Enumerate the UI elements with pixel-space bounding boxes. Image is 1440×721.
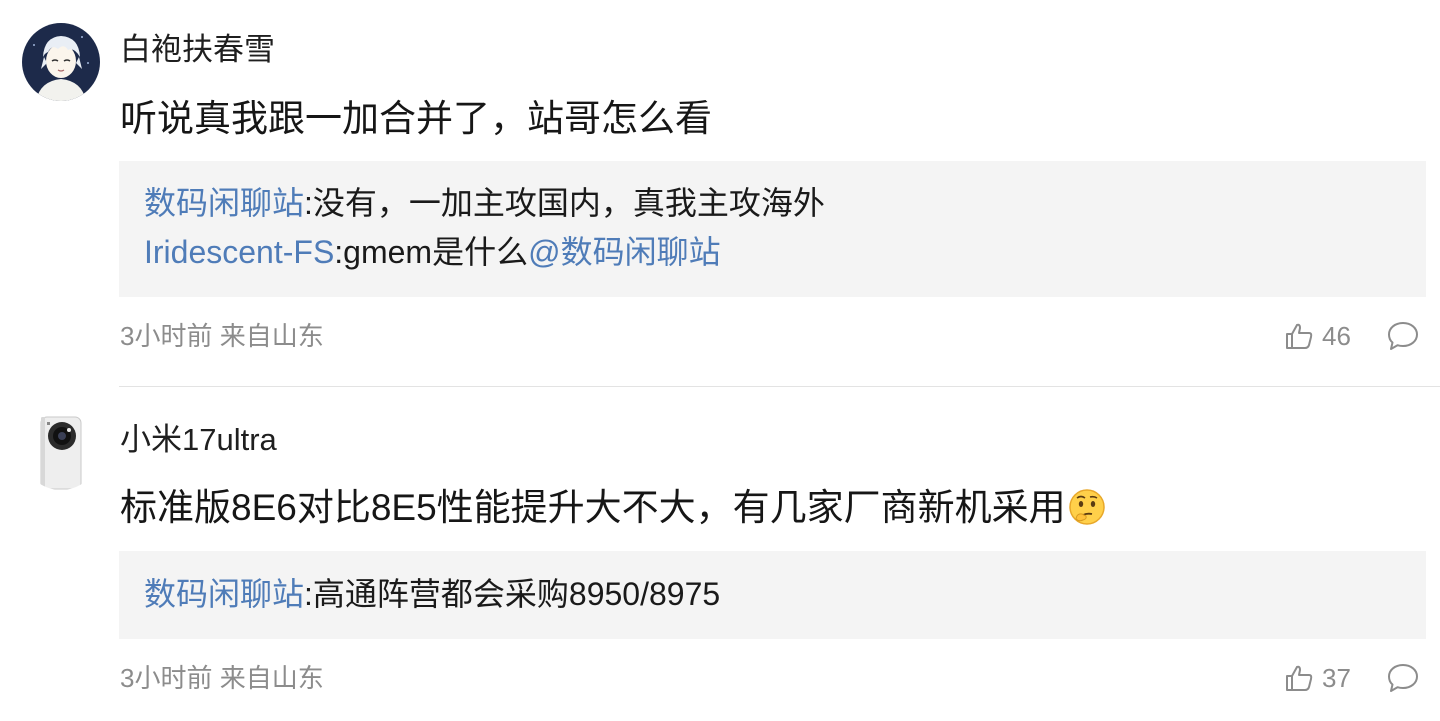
comment-item: 白袍扶春雪 听说真我跟一加合并了，站哥怎么看 数码闲聊站:没有，一加主攻国内，真… <box>0 0 1440 386</box>
comment-text-body: 标准版8E6对比8E5性能提升大不大，有几家厂商新机采用 <box>120 487 1066 528</box>
reply-author[interactable]: Iridescent-FS <box>144 234 334 270</box>
like-count: 46 <box>1322 320 1351 351</box>
reply-button[interactable] <box>1386 319 1420 353</box>
comment-bubble-icon <box>1388 664 1418 692</box>
reply-button[interactable] <box>1386 661 1420 695</box>
comment-meta: 3小时前 来自山东 <box>120 661 324 695</box>
reply-author[interactable]: 数码闲聊站 <box>144 185 304 221</box>
comment-text: 听说真我跟一加合并了，站哥怎么看 <box>120 98 712 139</box>
like-button[interactable]: 37 <box>1284 661 1351 695</box>
reply-text: 高通阵营都会采购8950/8975 <box>312 576 721 612</box>
comment-time: 3小时前 <box>120 663 213 693</box>
reply-separator: : <box>304 576 313 612</box>
reply-separator: : <box>334 234 344 270</box>
like-button[interactable]: 46 <box>1284 319 1351 353</box>
avatar[interactable] <box>22 412 100 490</box>
avatar[interactable] <box>22 23 100 101</box>
comment-item: 小米17ultra 标准版8E6对比8E5性能提升大不大，有几家厂商新机采用 数… <box>0 387 1440 721</box>
reply-item: 数码闲聊站:没有，一加主攻国内，真我主攻海外 <box>144 183 825 223</box>
comment-time: 3小时前 <box>120 321 213 351</box>
reply-separator: : <box>304 185 313 221</box>
thumbs-up-icon <box>1286 665 1313 691</box>
reply-text: gmem是什么 <box>343 234 529 270</box>
reply-mention[interactable]: @数码闲聊站 <box>528 234 721 270</box>
phone-camera-avatar-icon <box>22 412 100 490</box>
reply-item: Iridescent-FS:gmem是什么@数码闲聊站 <box>144 232 721 272</box>
comment-bubble-icon <box>1388 322 1418 350</box>
comment-location: 来自山东 <box>219 321 324 351</box>
like-count: 37 <box>1322 662 1351 693</box>
username[interactable]: 白袍扶春雪 <box>120 30 275 70</box>
reply-list[interactable]: 数码闲聊站:没有，一加主攻国内，真我主攻海外 Iridescent-FS:gme… <box>119 161 1426 297</box>
username[interactable]: 小米17ultra <box>120 420 277 460</box>
reply-author[interactable]: 数码闲聊站 <box>144 576 304 612</box>
reply-text: 没有，一加主攻国内，真我主攻海外 <box>312 185 825 221</box>
reply-item: 数码闲聊站:高通阵营都会采购8950/8975 <box>144 574 720 614</box>
reply-list[interactable]: 数码闲聊站:高通阵营都会采购8950/8975 <box>119 551 1426 639</box>
comment-text: 标准版8E6对比8E5性能提升大不大，有几家厂商新机采用 <box>120 485 1106 531</box>
anime-boy-avatar-icon <box>22 23 100 101</box>
thumbs-up-icon <box>1286 323 1313 349</box>
comment-meta: 3小时前 来自山东 <box>120 319 324 353</box>
thinking-face-emoji-icon <box>1068 489 1105 525</box>
comment-location: 来自山东 <box>219 663 324 693</box>
